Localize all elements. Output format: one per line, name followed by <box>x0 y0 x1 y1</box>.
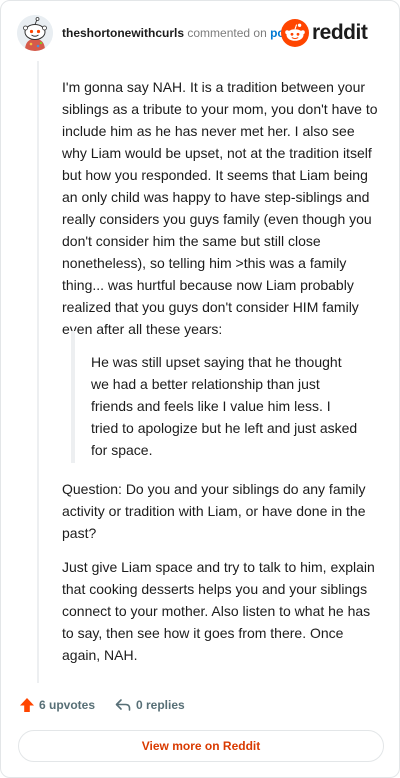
view-more-button[interactable]: View more on Reddit <box>18 730 384 762</box>
user-avatar[interactable] <box>17 15 53 51</box>
username-link[interactable]: theshortonewithcurls <box>62 26 184 40</box>
snoo-avatar-icon <box>17 15 53 51</box>
reply-arrow-icon[interactable] <box>115 697 131 713</box>
comment-meta: theshortonewithcurls commented on post <box>62 26 295 40</box>
reddit-brand[interactable]: reddit <box>281 19 383 47</box>
comment-actions: 6 upvotes 0 replies <box>19 695 319 715</box>
comment-paragraph: Just give Liam space and try to talk to … <box>62 559 375 663</box>
upvote-count: 6 upvotes <box>39 698 96 712</box>
comment-embed-card: theshortonewithcurls commented on post r… <box>0 0 400 778</box>
thread-line[interactable] <box>37 61 39 683</box>
blockquote: He was still upset saying that he though… <box>71 331 380 463</box>
quote-text: He was still upset saying that he though… <box>91 354 358 458</box>
reddit-wordmark: reddit <box>312 21 368 44</box>
comment-header: theshortonewithcurls commented on post r… <box>17 15 383 51</box>
comment-paragraph: I'm gonna say NAH. It is a tradition bet… <box>62 79 378 337</box>
comment-paragraph: Question: Do you and your siblings do an… <box>62 481 366 541</box>
reddit-logo-icon <box>281 19 309 47</box>
reply-count[interactable]: 0 replies <box>136 698 185 712</box>
upvote-arrow-icon[interactable] <box>19 697 35 713</box>
commented-on-text: commented on <box>187 26 267 40</box>
